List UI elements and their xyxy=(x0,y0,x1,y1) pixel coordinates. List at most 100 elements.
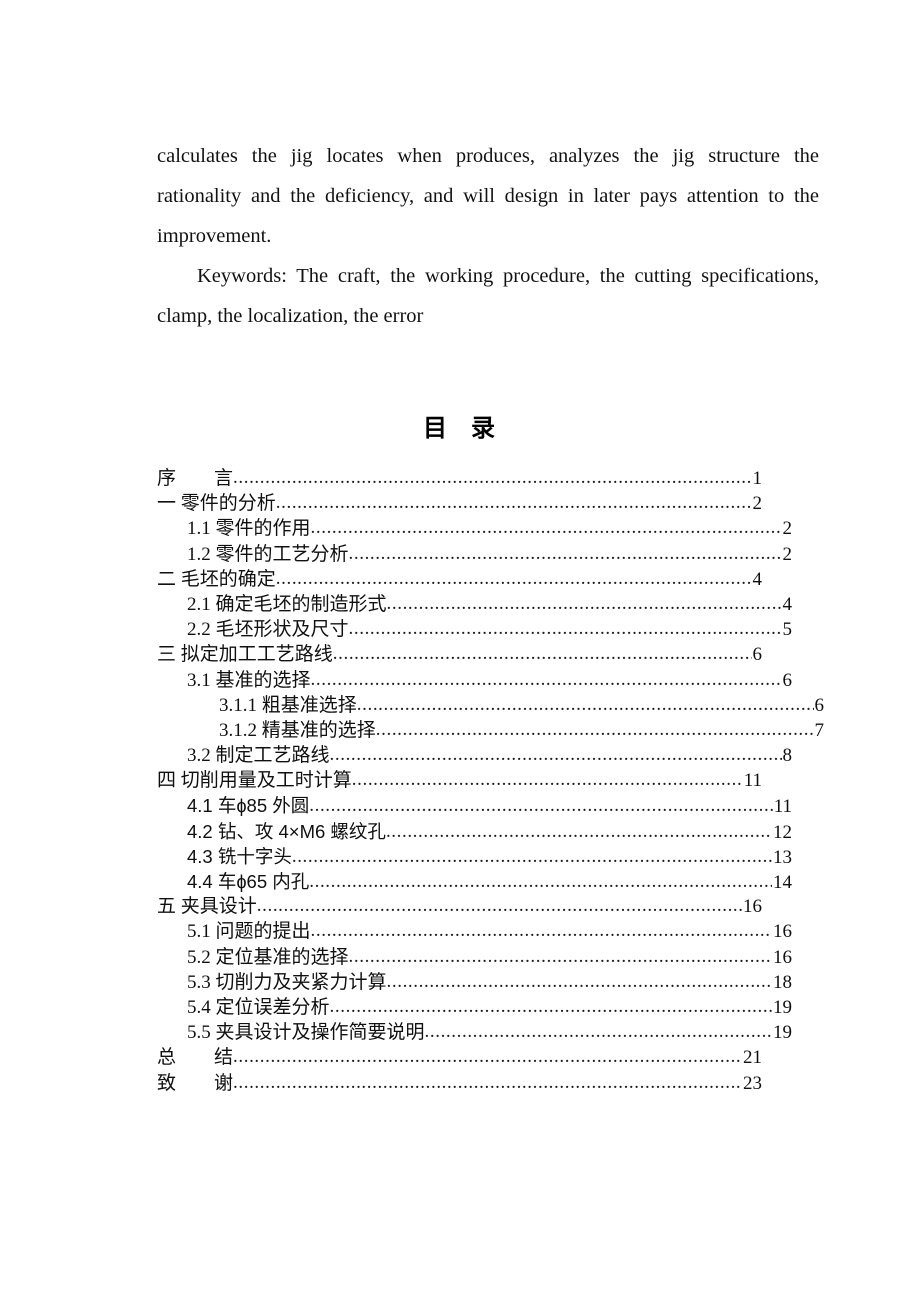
toc-entry-page-number: 4 xyxy=(782,593,793,615)
toc-entry-label: 序 言 xyxy=(157,468,234,489)
abstract-body-paragraph: calculates the jig locates when produces… xyxy=(157,145,819,247)
toc-entry-page-number: 2 xyxy=(752,493,763,515)
abstract-block: calculates the jig locates when produces… xyxy=(157,136,819,336)
toc-entry-label: 1.2 零件的工艺分析 xyxy=(187,543,349,565)
toc-entry[interactable]: 1.2 零件的工艺分析.............................… xyxy=(157,542,792,567)
toc-entry-label: 4.4 车ɸ65 内孔 xyxy=(187,871,310,892)
toc-entry-label: 5.1 问题的提出 xyxy=(187,921,311,943)
toc-heading-char-right: 录 xyxy=(471,416,497,442)
toc-entry-page-number: 23 xyxy=(743,1072,762,1094)
toc-entry-label: 三 拟定加工工艺路线 xyxy=(157,644,333,666)
toc-entry[interactable]: 致 谢.....................................… xyxy=(157,1071,762,1096)
toc-entry-page-number: 6 xyxy=(782,669,793,691)
toc-leader-dots: ........................................… xyxy=(329,744,782,766)
toc-entry-label: 5.3 切削力及夹紧力计算 xyxy=(187,971,387,993)
toc-leader-dots: ........................................… xyxy=(385,820,772,842)
toc-entry-label: 四 切削用量及工时计算 xyxy=(157,770,352,792)
toc-entry[interactable]: 4.3 铣十字头................................… xyxy=(157,844,792,869)
toc-entry-label: 3.1.2 精基准的选择 xyxy=(219,719,376,741)
toc-leader-dots: ........................................… xyxy=(310,920,772,942)
toc-entry-page-number: 14 xyxy=(773,872,792,893)
toc-entry[interactable]: 4.2 钻、攻 4×M6 螺纹孔........................… xyxy=(157,819,792,844)
toc-entry-page-number: 11 xyxy=(743,770,762,792)
toc-entry-label: 一 零件的分析 xyxy=(157,493,276,515)
toc-entry[interactable]: 5.2 定位基准的选择.............................… xyxy=(157,945,792,970)
toc-entry-page-number: 2 xyxy=(782,518,793,540)
toc-entry-page-number: 18 xyxy=(773,971,792,993)
toc-entry-page-number: 5 xyxy=(782,619,793,641)
toc-leader-dots: ........................................… xyxy=(348,618,782,640)
toc-leader-dots: ........................................… xyxy=(348,542,782,564)
toc-leader-dots: ........................................… xyxy=(386,970,772,992)
toc-entry-label: 3.1 基准的选择 xyxy=(187,669,311,691)
toc-entry-page-number: 12 xyxy=(773,821,792,843)
toc-entry[interactable]: 3.1.1 粗基准选择.............................… xyxy=(157,693,824,718)
toc-entry-page-number: 19 xyxy=(773,1022,792,1044)
toc-entry[interactable]: 1.1 零件的作用...............................… xyxy=(157,516,792,541)
toc-leader-dots: ........................................… xyxy=(329,995,772,1017)
toc-entry-page-number: 6 xyxy=(752,644,763,666)
toc-heading-char-left: 目 xyxy=(423,416,449,442)
toc-leader-dots: ........................................… xyxy=(310,668,782,690)
toc-leader-dots: ........................................… xyxy=(256,895,742,917)
toc-leader-dots: ........................................… xyxy=(275,492,752,514)
toc-entry-label: 5.5 夹具设计及操作简要说明 xyxy=(187,1022,425,1044)
toc-leader-dots: ........................................… xyxy=(332,643,752,665)
toc-entry-label: 总 结 xyxy=(157,1047,234,1069)
toc-leader-dots: ........................................… xyxy=(375,718,814,740)
toc-entry-page-number: 1 xyxy=(752,468,763,489)
toc-entry[interactable]: 4.4 车ɸ65 内孔.............................… xyxy=(157,869,792,894)
toc-entry-page-number: 6 xyxy=(814,694,825,716)
toc-entry-label: 5.4 定位误差分析 xyxy=(187,996,330,1018)
toc-leader-dots: ........................................… xyxy=(348,945,772,967)
toc-entry[interactable]: 3.1 基准的选择...............................… xyxy=(157,668,792,693)
toc-entry[interactable]: 5.5 夹具设计及操作简要说明.........................… xyxy=(157,1020,792,1045)
toc-entry-label: 4.2 钻、攻 4×M6 螺纹孔 xyxy=(187,820,386,842)
toc-entry[interactable]: 2.2 毛坯形状及尺寸.............................… xyxy=(157,617,792,642)
toc-entry-page-number: 16 xyxy=(773,921,792,943)
toc-entry-label: 五 夹具设计 xyxy=(157,896,257,918)
toc-entry[interactable]: 3.2 制定工艺路线..............................… xyxy=(157,743,792,768)
toc-entry-label: 致 谢 xyxy=(157,1072,234,1094)
toc-leader-dots: ........................................… xyxy=(233,1046,742,1068)
toc-entry[interactable]: 五 夹具设计..................................… xyxy=(157,894,762,919)
toc-entry[interactable]: 一 零件的分析.................................… xyxy=(157,491,762,516)
toc-entry[interactable]: 二 毛坯的确定.................................… xyxy=(157,567,762,592)
toc-leader-dots: ........................................… xyxy=(291,845,772,867)
toc-entry-page-number: 4 xyxy=(752,568,763,590)
toc-entry[interactable]: 总 结.....................................… xyxy=(157,1045,762,1070)
toc-entry[interactable]: 5.1 问题的提出...............................… xyxy=(157,919,792,944)
toc-leader-dots: ........................................… xyxy=(386,592,782,614)
toc-entry[interactable]: 2.1 确定毛坯的制造形式...........................… xyxy=(157,592,792,617)
toc-leader-dots: ........................................… xyxy=(309,795,772,817)
toc-entry[interactable]: 3.1.2 精基准的选择............................… xyxy=(157,718,824,743)
toc-heading: 目录 xyxy=(0,408,920,443)
toc-entry[interactable]: 序 言.....................................… xyxy=(157,466,762,491)
toc-entry-label: 4.1 车ɸ85 外圆 xyxy=(187,795,310,817)
toc-entry-label: 1.1 零件的作用 xyxy=(187,518,311,540)
toc-entry[interactable]: 4.1 车ɸ85 外圆.............................… xyxy=(157,793,792,818)
toc-entry-page-number: 11 xyxy=(773,796,792,818)
toc-leader-dots: ........................................… xyxy=(424,1021,772,1043)
keywords-paragraph: Keywords: The craft, the working procedu… xyxy=(157,265,819,327)
toc-leader-dots: ........................................… xyxy=(275,567,752,589)
toc-entry[interactable]: 四 切削用量及工时计算.............................… xyxy=(157,768,762,793)
toc-entry-label: 2.1 确定毛坯的制造形式 xyxy=(187,593,387,615)
toc-leader-dots: ........................................… xyxy=(309,871,772,892)
toc-entry-label: 2.2 毛坯形状及尺寸 xyxy=(187,619,349,641)
toc-entry[interactable]: 5.3 切削力及夹紧力计算...........................… xyxy=(157,970,792,995)
toc-entry-page-number: 7 xyxy=(814,719,825,741)
toc-entry-label: 5.2 定位基准的选择 xyxy=(187,946,349,968)
toc-leader-dots: ........................................… xyxy=(356,693,814,715)
toc-leader-dots: ........................................… xyxy=(310,517,782,539)
toc-entry-label: 二 毛坯的确定 xyxy=(157,568,276,590)
toc-entry[interactable]: 三 拟定加工工艺路线..............................… xyxy=(157,642,762,667)
document-page: calculates the jig locates when produces… xyxy=(0,0,920,1300)
toc-entry-page-number: 2 xyxy=(782,543,793,565)
toc-leader-dots: ........................................… xyxy=(233,1071,742,1093)
toc-entry-page-number: 19 xyxy=(773,996,792,1018)
toc-entry-page-number: 8 xyxy=(782,745,793,767)
toc-entry-label: 3.2 制定工艺路线 xyxy=(187,745,330,767)
toc-list: 序 言.....................................… xyxy=(157,466,824,1096)
toc-entry[interactable]: 5.4 定位误差分析..............................… xyxy=(157,995,792,1020)
